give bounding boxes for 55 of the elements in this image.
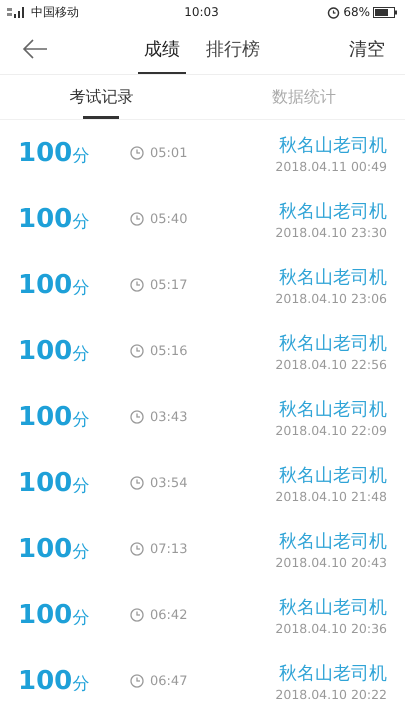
- duration-text: 05:01: [150, 146, 188, 160]
- record-date: 2018.04.10 20:43: [275, 554, 387, 570]
- record-date: 2018.04.10 23:30: [275, 224, 387, 240]
- record-date: 2018.04.10 20:22: [275, 686, 387, 702]
- record-date: 2018.04.10 22:09: [275, 422, 387, 438]
- user-name: 秋名山老司机: [279, 530, 387, 552]
- score-text: 100分: [18, 336, 90, 366]
- score-text: 100分: [18, 468, 90, 498]
- record-date: 2018.04.10 21:48: [275, 488, 387, 504]
- clock-icon: [130, 344, 144, 358]
- score-text: 100分: [18, 666, 90, 696]
- user-name: 秋名山老司机: [279, 398, 387, 420]
- clock-icon: [130, 410, 144, 424]
- record-date: 2018.04.10 22:56: [275, 356, 387, 372]
- duration-text: 05:40: [150, 212, 188, 226]
- score-text: 100分: [18, 270, 90, 300]
- duration-text: 05:17: [150, 278, 188, 292]
- clock-icon: [130, 542, 144, 556]
- record-date: 2018.04.10 20:36: [275, 620, 387, 636]
- clock-icon: [130, 674, 144, 688]
- battery-icon: [373, 6, 397, 18]
- score-text: 100分: [18, 138, 90, 168]
- clock-icon: [130, 476, 144, 490]
- clear-button[interactable]: 清空: [349, 37, 385, 61]
- user-name: 秋名山老司机: [279, 332, 387, 354]
- score-text: 100分: [18, 600, 90, 630]
- score-text: 100分: [18, 204, 90, 234]
- duration-text: 06:47: [150, 674, 188, 688]
- alarm-icon: [327, 6, 340, 18]
- duration-text: 07:13: [150, 542, 188, 556]
- user-name: 秋名山老司机: [279, 596, 387, 618]
- duration-text: 05:16: [150, 344, 188, 358]
- score-text: 100分: [18, 534, 90, 564]
- header-tab[interactable]: 排行榜: [200, 24, 266, 74]
- user-name: 秋名山老司机: [279, 662, 387, 684]
- score-text: 100分: [18, 402, 90, 432]
- record-date: 2018.04.11 00:49: [275, 158, 387, 174]
- user-name: 秋名山老司机: [279, 200, 387, 222]
- clock-icon: [130, 146, 144, 160]
- sub-tab[interactable]: 考试记录: [0, 75, 202, 119]
- status-time: 10:03: [184, 5, 219, 19]
- record-date: 2018.04.10 23:06: [275, 290, 387, 306]
- back-arrow-icon[interactable]: [22, 39, 48, 59]
- duration-text: 03:54: [150, 476, 188, 490]
- clock-icon: [130, 278, 144, 292]
- user-name: 秋名山老司机: [279, 464, 387, 486]
- clock-icon: [130, 212, 144, 226]
- carrier-name: 中国移动: [31, 4, 79, 20]
- user-name: 秋名山老司机: [279, 266, 387, 288]
- clock-icon: [130, 608, 144, 622]
- battery-percent: 68%: [343, 5, 370, 19]
- duration-text: 03:43: [150, 410, 188, 424]
- header-tab[interactable]: 成绩: [138, 24, 186, 74]
- user-name: 秋名山老司机: [279, 134, 387, 156]
- duration-text: 06:42: [150, 608, 188, 622]
